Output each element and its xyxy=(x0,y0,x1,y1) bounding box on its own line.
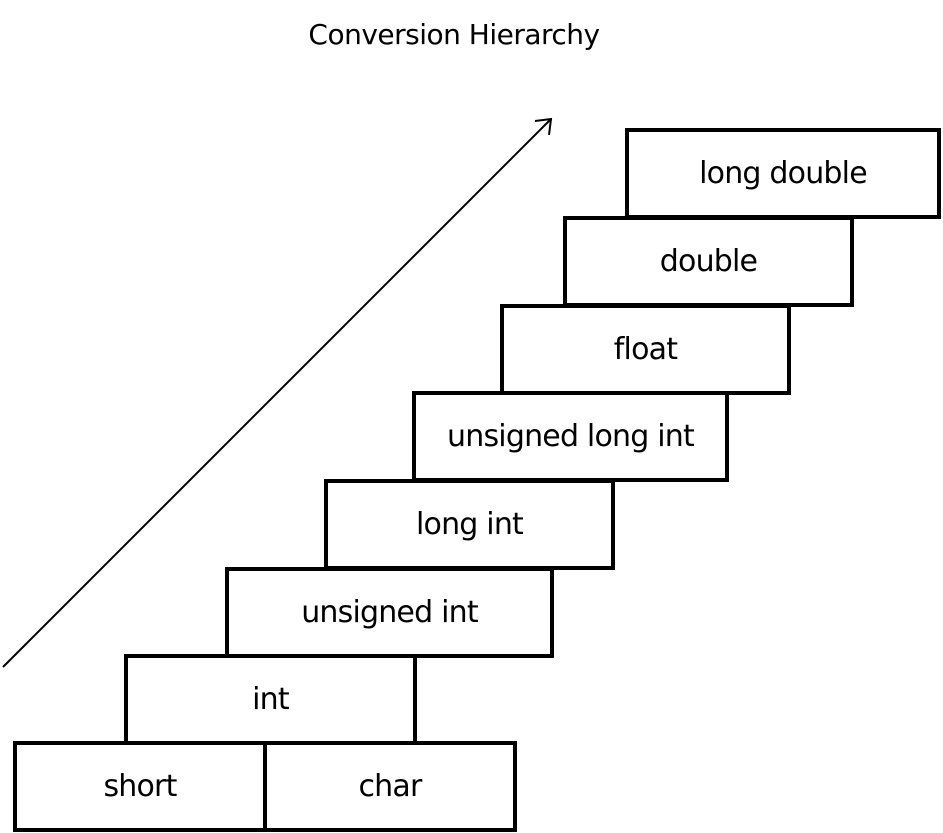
box-label: long int xyxy=(416,507,524,542)
box-label: char xyxy=(358,769,422,804)
box-label: int xyxy=(252,682,290,717)
box-short: short xyxy=(13,741,267,832)
box-unsigned-long-int: unsigned long int xyxy=(412,391,729,482)
box-label: float xyxy=(613,332,678,367)
box-unsigned-int: unsigned int xyxy=(225,567,554,658)
box-int: int xyxy=(124,654,417,745)
box-label: short xyxy=(103,769,177,804)
box-label: unsigned long int xyxy=(447,419,695,454)
box-char: char xyxy=(263,741,517,832)
box-double: double xyxy=(563,216,854,307)
box-label: double xyxy=(659,244,758,279)
box-long-int: long int xyxy=(324,479,615,570)
box-long-double: long double xyxy=(625,128,941,219)
box-label: unsigned int xyxy=(301,595,478,630)
box-float: float xyxy=(500,304,791,395)
box-label: long double xyxy=(699,156,868,191)
